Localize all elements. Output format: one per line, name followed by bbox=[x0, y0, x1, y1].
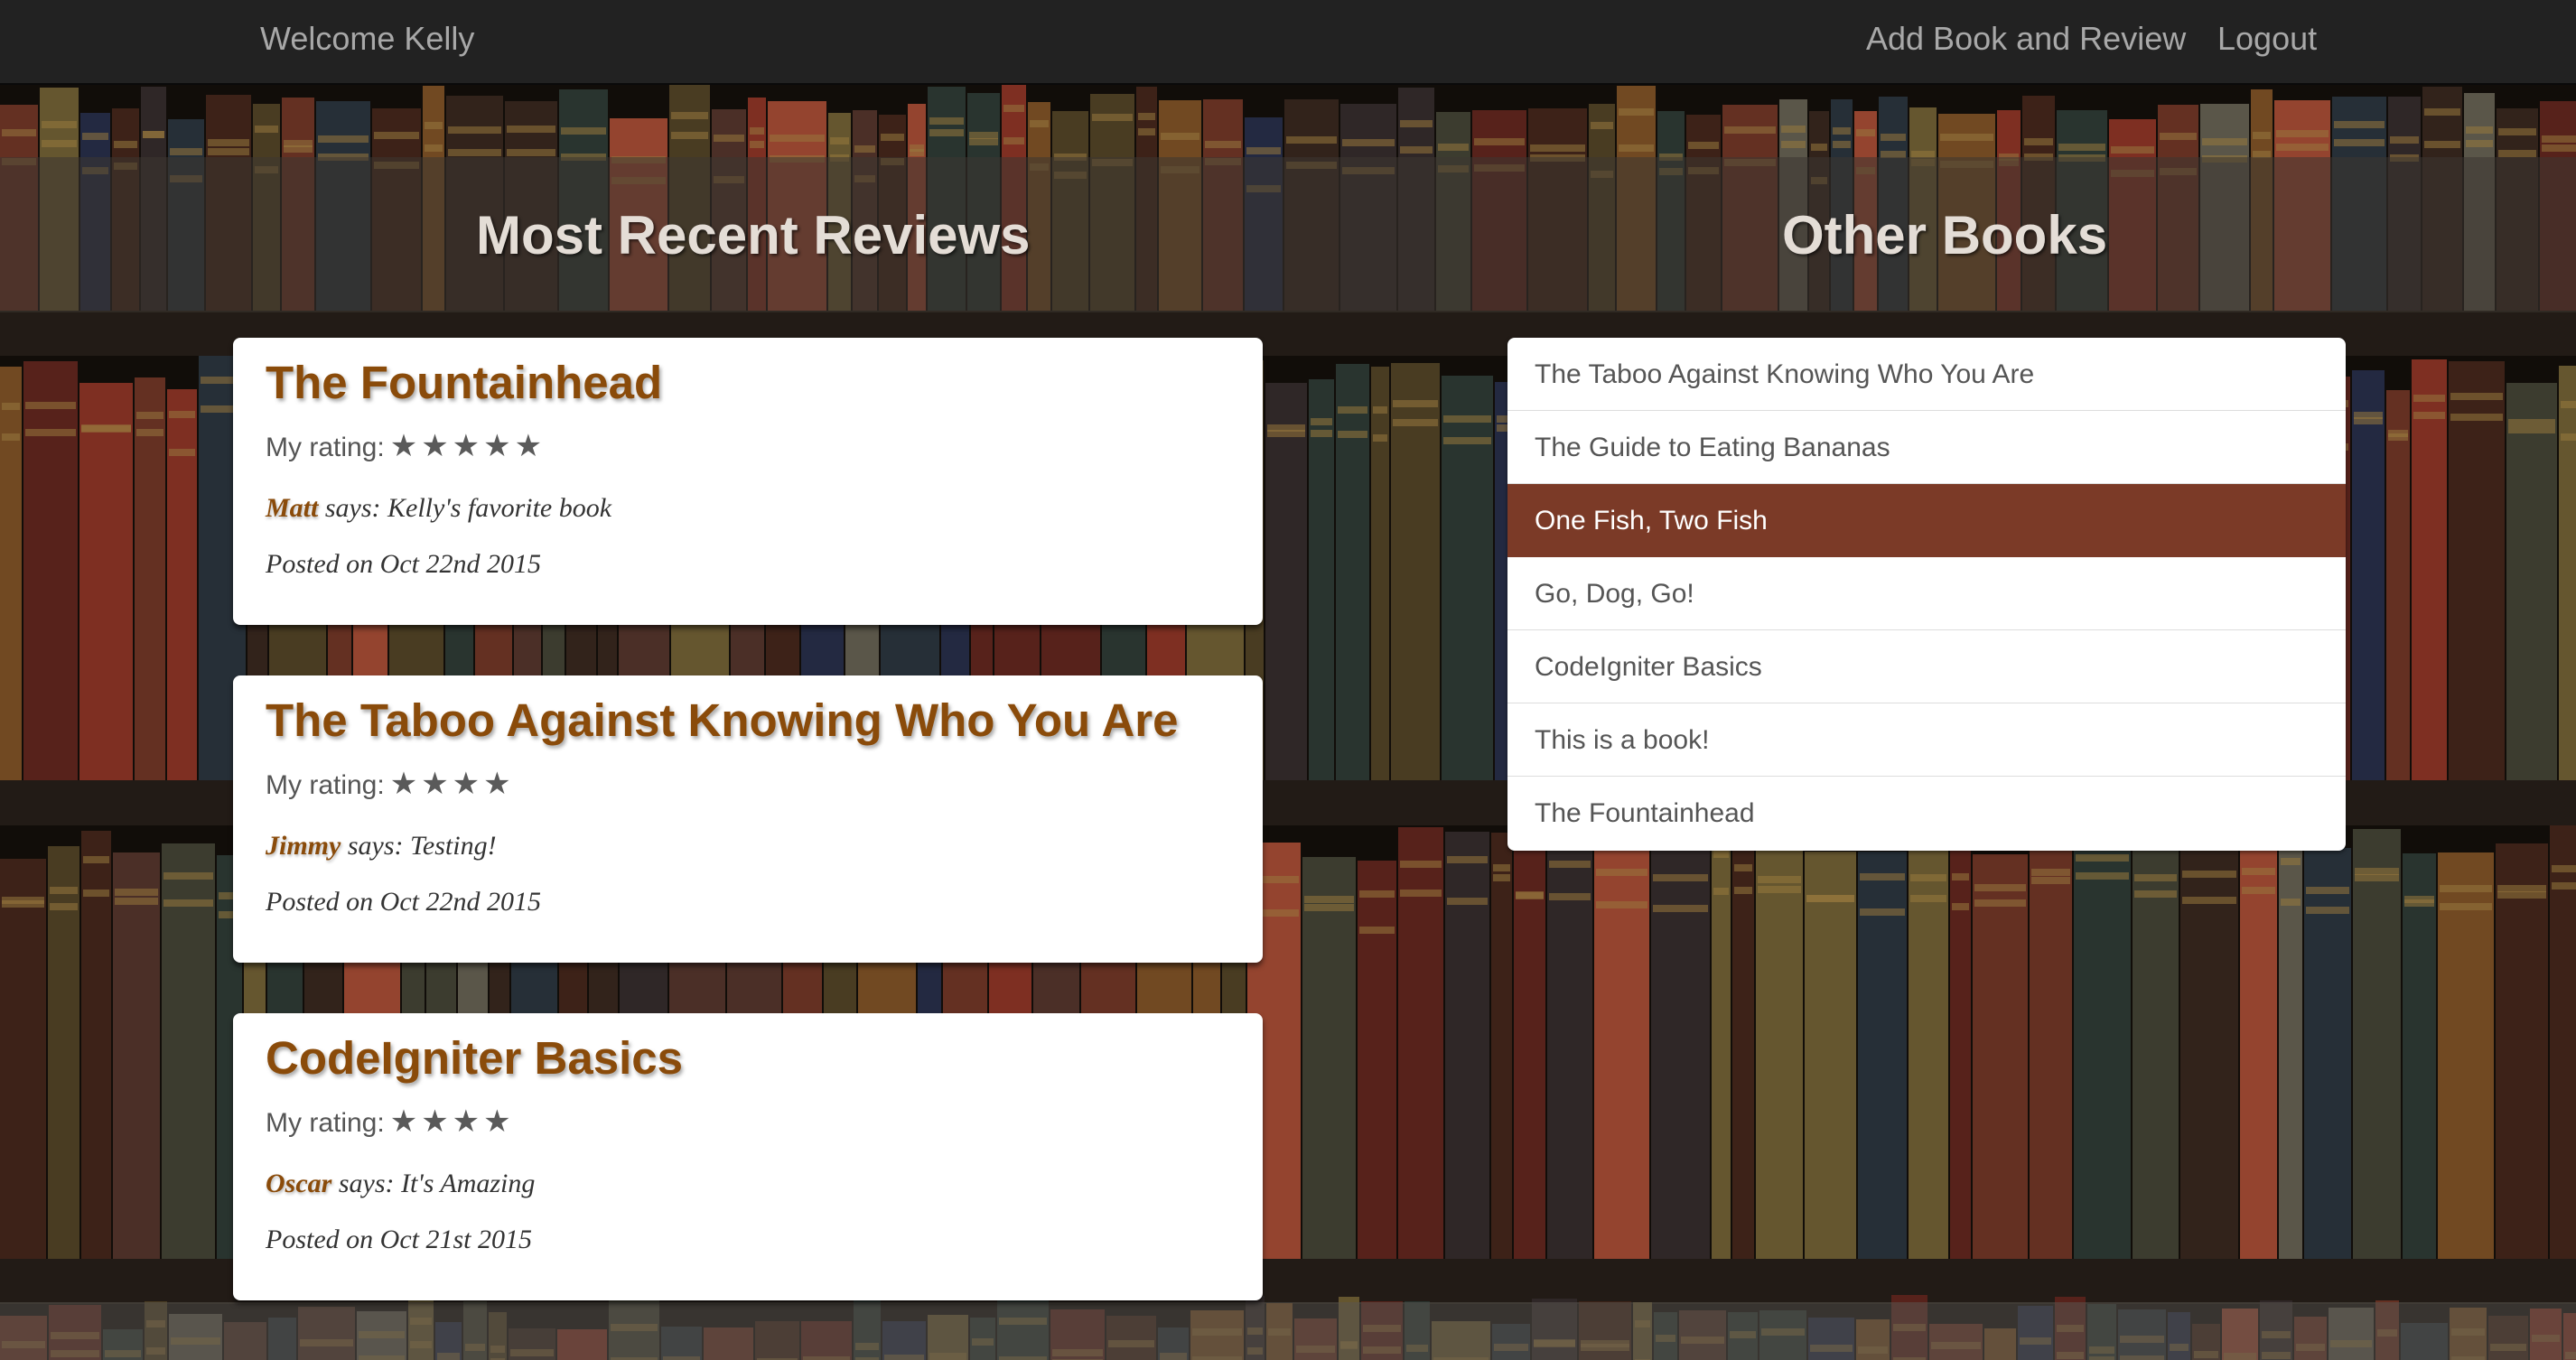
header-band bbox=[0, 157, 2576, 312]
review-book-title[interactable]: The Taboo Against Knowing Who You Are bbox=[266, 694, 1179, 747]
star-rating-icon: ★★★★ bbox=[389, 767, 515, 801]
review-text: Oscar says: It's Amazing bbox=[266, 1169, 535, 1199]
rating-row: My rating: ★★★★★ bbox=[266, 428, 546, 464]
star-rating-icon: ★★★★★ bbox=[389, 429, 546, 463]
review-book-title[interactable]: CodeIgniter Basics bbox=[266, 1031, 683, 1085]
navbar: Welcome Kelly Add Book and Review Logout bbox=[0, 0, 2576, 85]
rating-label: My rating: bbox=[266, 770, 385, 800]
add-book-review-link[interactable]: Add Book and Review bbox=[1866, 20, 2186, 58]
rating-label: My rating: bbox=[266, 1108, 385, 1138]
book-list-item[interactable]: Go, Dog, Go! bbox=[1507, 557, 2346, 630]
reviewer-name[interactable]: Matt bbox=[266, 493, 318, 523]
logout-link[interactable]: Logout bbox=[2217, 20, 2317, 58]
other-books-heading: Other Books bbox=[1782, 205, 2108, 265]
footer-band bbox=[0, 1302, 2576, 1360]
posted-date: Posted on Oct 22nd 2015 bbox=[266, 887, 541, 917]
book-list-item[interactable]: The Taboo Against Knowing Who You Are bbox=[1507, 338, 2346, 411]
rating-row: My rating: ★★★★ bbox=[266, 766, 515, 802]
review-comment: says: Kelly's favorite book bbox=[318, 493, 612, 523]
review-book-title[interactable]: The Fountainhead bbox=[266, 356, 662, 409]
reviewer-name[interactable]: Jimmy bbox=[266, 831, 341, 861]
posted-date: Posted on Oct 21st 2015 bbox=[266, 1225, 532, 1254]
review-text: Matt says: Kelly's favorite book bbox=[266, 493, 611, 524]
rating-label: My rating: bbox=[266, 433, 385, 462]
review-card: CodeIgniter Basics My rating: ★★★★ Oscar … bbox=[233, 1013, 1263, 1300]
review-card: The Taboo Against Knowing Who You Are My… bbox=[233, 675, 1263, 963]
star-rating-icon: ★★★★ bbox=[389, 1104, 515, 1139]
review-comment: says: It's Amazing bbox=[331, 1169, 536, 1198]
posted-date: Posted on Oct 22nd 2015 bbox=[266, 549, 541, 579]
review-text: Jimmy says: Testing! bbox=[266, 831, 497, 862]
review-card: The Fountainhead My rating: ★★★★★ Matt sa… bbox=[233, 338, 1263, 625]
other-books-list: The Taboo Against Knowing Who You Are Th… bbox=[1507, 338, 2346, 851]
recent-reviews-heading: Most Recent Reviews bbox=[476, 205, 1031, 265]
book-list-item[interactable]: This is a book! bbox=[1507, 703, 2346, 777]
book-list-item[interactable]: The Fountainhead bbox=[1507, 777, 2346, 851]
welcome-link[interactable]: Welcome Kelly bbox=[260, 20, 474, 58]
reviewer-name[interactable]: Oscar bbox=[266, 1169, 331, 1198]
book-list-item-active[interactable]: One Fish, Two Fish bbox=[1507, 484, 2346, 557]
review-comment: says: Testing! bbox=[341, 831, 497, 861]
book-list-item[interactable]: CodeIgniter Basics bbox=[1507, 630, 2346, 703]
book-list-item[interactable]: The Guide to Eating Bananas bbox=[1507, 411, 2346, 484]
rating-row: My rating: ★★★★ bbox=[266, 1104, 515, 1140]
